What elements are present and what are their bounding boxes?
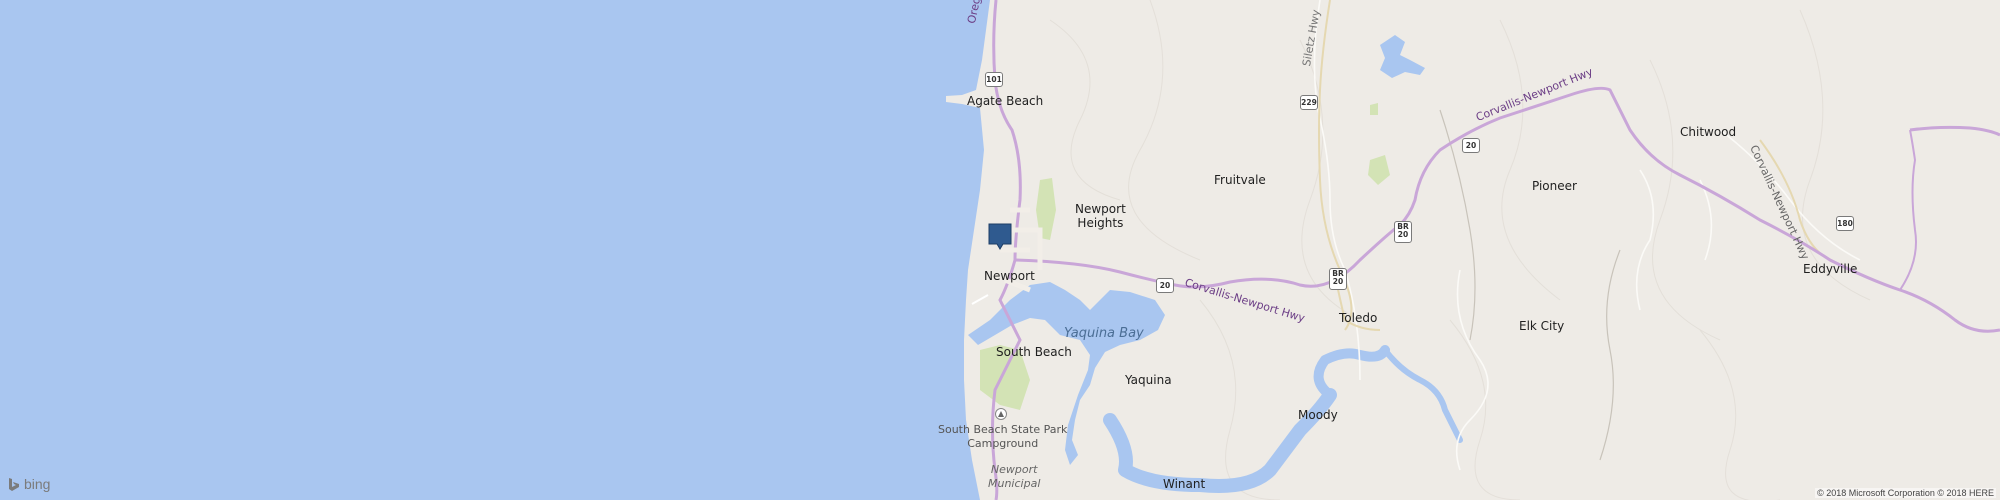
place-agate-beach[interactable]: Agate Beach: [967, 94, 1043, 108]
place-newport-heights[interactable]: Newport Heights: [1075, 202, 1126, 230]
lake: [1380, 35, 1425, 78]
place-toledo[interactable]: Toledo: [1339, 311, 1377, 325]
copyright-notice: © 2018 Microsoft Corporation © 2018 HERE: [1815, 488, 1996, 498]
us20-highway: [1014, 86, 2000, 333]
poi-south-beach-state-park[interactable]: South Beach State Park Campground: [938, 423, 1067, 451]
bing-logo[interactable]: bing: [8, 476, 50, 492]
or229-shield[interactable]: 229: [1300, 95, 1318, 110]
jetty: [971, 294, 989, 305]
place-elk-city[interactable]: Elk City: [1519, 319, 1564, 333]
yaquina-river: [1382, 347, 1463, 443]
br20-shield-bottom: 20: [1397, 230, 1409, 239]
location-pin-icon[interactable]: [988, 223, 1012, 250]
bing-logo-icon: [9, 477, 19, 491]
poi-newport-municipal[interactable]: Newport Municipal: [988, 463, 1040, 491]
br20-shield[interactable]: BR 20: [1329, 268, 1347, 290]
us20-highway: [1909, 125, 2000, 137]
br20-shield-bottom: 20: [1332, 277, 1344, 286]
place-yaquina[interactable]: Yaquina: [1125, 373, 1172, 387]
park-area: [1370, 103, 1378, 115]
us20-shield[interactable]: 20: [1156, 278, 1174, 293]
map-canvas[interactable]: Agate Beach Newport Heights Newport Sout…: [0, 0, 2000, 500]
park-area: [1368, 155, 1390, 185]
bing-logo-text: bing: [24, 476, 51, 492]
yaquina-river: [1103, 388, 1337, 493]
place-south-beach[interactable]: South Beach: [996, 345, 1072, 359]
place-newport[interactable]: Newport: [984, 269, 1035, 283]
br20-shield[interactable]: BR 20: [1394, 221, 1412, 243]
creek: [1599, 249, 1621, 461]
or180-shield[interactable]: 180: [1836, 216, 1854, 231]
us20-shield[interactable]: 20: [1462, 138, 1480, 153]
campground-icon[interactable]: [995, 408, 1007, 420]
place-pioneer[interactable]: Pioneer: [1532, 179, 1577, 193]
terrain-texture: [1049, 0, 1871, 500]
place-eddyville[interactable]: Eddyville: [1803, 262, 1857, 276]
us101-shield[interactable]: 101: [985, 72, 1003, 87]
water-label-yaquina-bay: Yaquina Bay: [1064, 326, 1144, 341]
yaquina-river: [1313, 345, 1390, 400]
place-moody[interactable]: Moody: [1298, 408, 1338, 422]
place-fruitvale[interactable]: Fruitvale: [1214, 173, 1266, 187]
place-winant[interactable]: Winant: [1163, 477, 1205, 491]
place-chitwood[interactable]: Chitwood: [1680, 125, 1736, 139]
pacific-ocean: [0, 0, 990, 500]
or180-highway: [1899, 129, 1917, 291]
